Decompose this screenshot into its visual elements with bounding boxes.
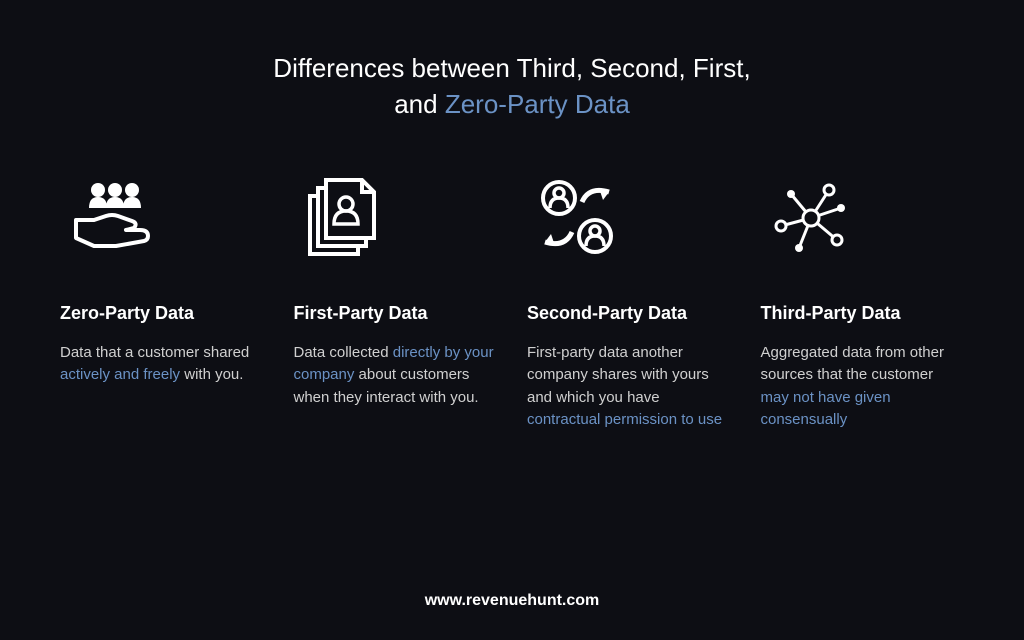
documents-icon: [294, 173, 498, 263]
footer-url: www.revenuehunt.com: [425, 592, 600, 609]
column-title: Second-Party Data: [527, 303, 731, 324]
column-title: Third-Party Data: [761, 303, 965, 324]
column-second-party: Second-Party Data First-party data anoth…: [527, 173, 731, 572]
desc-prefix: First-party data another company shares …: [527, 344, 709, 406]
page-title: Differences between Third, Second, First…: [60, 50, 964, 123]
hand-people-icon: [60, 173, 264, 263]
column-first-party: First-Party Data Data collected directly…: [294, 173, 498, 572]
column-title: Zero-Party Data: [60, 303, 264, 324]
column-zero-party: Zero-Party Data Data that a customer sha…: [60, 173, 264, 572]
header: Differences between Third, Second, First…: [60, 50, 964, 123]
column-description: First-party data another company shares …: [527, 342, 731, 432]
desc-prefix: Data that a customer shared: [60, 344, 249, 361]
column-third-party: Third-Party Data Aggregated data from ot…: [761, 173, 965, 572]
title-line2-prefix: and: [394, 89, 445, 119]
network-icon: [761, 173, 965, 263]
title-line1: Differences between Third, Second, First…: [273, 53, 750, 83]
footer: www.revenuehunt.com: [60, 592, 964, 610]
column-description: Data collected directly by your company …: [294, 342, 498, 410]
column-description: Aggregated data from other sources that …: [761, 342, 965, 432]
desc-prefix: Data collected: [294, 344, 393, 361]
desc-highlight: contractual permission to use: [527, 411, 722, 428]
column-description: Data that a customer shared actively and…: [60, 342, 264, 387]
main-container: Differences between Third, Second, First…: [0, 0, 1024, 640]
desc-prefix: Aggregated data from other sources that …: [761, 344, 944, 384]
desc-suffix: with you.: [180, 366, 243, 383]
desc-highlight: actively and freely: [60, 366, 180, 383]
column-title: First-Party Data: [294, 303, 498, 324]
exchange-people-icon: [527, 173, 731, 263]
desc-highlight: may not have given consensually: [761, 389, 891, 429]
title-accent: Zero-Party Data: [445, 89, 630, 119]
columns-wrapper: Zero-Party Data Data that a customer sha…: [60, 173, 964, 572]
